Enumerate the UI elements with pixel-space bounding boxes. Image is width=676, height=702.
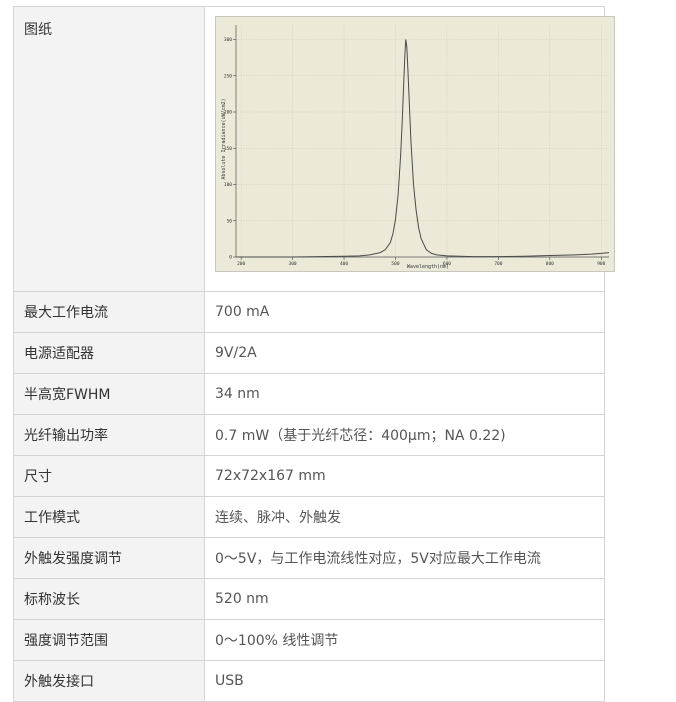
spec-label: 尺寸 xyxy=(13,455,205,497)
spec-label: 电源适配器 xyxy=(13,332,205,374)
spec-value: 72x72x167 mm xyxy=(204,455,605,497)
spec-label: 强度调节范围 xyxy=(13,619,205,661)
spec-label: 最大工作电流 xyxy=(13,291,205,333)
table-row: 半高宽FWHM 34 nm xyxy=(13,373,605,415)
spec-label: 工作模式 xyxy=(13,496,205,538)
y-tick-label: 100 xyxy=(224,182,232,188)
spec-label: 标称波长 xyxy=(13,578,205,620)
y-tick-label: 300 xyxy=(224,37,232,43)
table-row: 最大工作电流 700 mA xyxy=(13,291,605,333)
y-tick-label: 50 xyxy=(227,218,233,224)
table-row: 外触发接口 USB xyxy=(13,660,605,702)
x-tick-label: 200 xyxy=(237,261,245,267)
table-row: 外触发强度调节 0～5V，与工作电流线性对应，5V对应最大工作电流 xyxy=(13,537,605,579)
spec-value: 连续、脉冲、外触发 xyxy=(204,496,605,538)
y-axis-label: Absolute Irradiance(uW/cm2) xyxy=(221,98,227,179)
spec-table: 图纸 200 300 400 500 600 700 800 900 0 50 100 150 200 2… xyxy=(13,6,615,702)
table-row: 电源适配器 9V/2A xyxy=(13,332,605,374)
spec-label: 外触发强度调节 xyxy=(13,537,205,579)
x-tick-label: 800 xyxy=(546,261,554,267)
x-axis-label: Wavelength(nm) xyxy=(407,264,449,270)
spec-label: 外触发接口 xyxy=(13,660,205,702)
spec-value-drawing: 200 300 400 500 600 700 800 900 0 50 100 150 200 250 3… xyxy=(204,6,615,292)
x-tick-label: 400 xyxy=(340,261,348,267)
table-row: 尺寸 72x72x167 mm xyxy=(13,455,605,497)
spec-value: 34 nm xyxy=(204,373,605,415)
table-row: 光纤输出功率 0.7 mW（基于光纤芯径：400μm；NA 0.22) xyxy=(13,414,605,456)
x-tick-label: 700 xyxy=(494,261,502,267)
spec-value: 700 mA xyxy=(204,291,605,333)
y-tick-label: 250 xyxy=(224,73,232,79)
spectrum-chart: 200 300 400 500 600 700 800 900 0 50 100 150 200 250 3… xyxy=(215,16,615,272)
spec-value: USB xyxy=(204,660,605,702)
x-tick-label: 900 xyxy=(597,261,605,267)
table-row: 强度调节范围 0～100% 线性调节 xyxy=(13,619,605,661)
spec-value: 0～100% 线性调节 xyxy=(204,619,605,661)
spec-label: 半高宽FWHM xyxy=(13,373,205,415)
spectrum-chart-svg: 200 300 400 500 600 700 800 9000501001502002503… xyxy=(221,25,610,270)
x-tick-label: 500 xyxy=(391,261,399,267)
table-row: 图纸 200 300 400 500 600 700 800 900 0 50 100 150 200 2… xyxy=(13,6,615,292)
spec-value: 0.7 mW（基于光纤芯径：400μm；NA 0.22) xyxy=(204,414,605,456)
table-row: 标称波长 520 nm xyxy=(13,578,605,620)
spec-value: 0～5V，与工作电流线性对应，5V对应最大工作电流 xyxy=(204,537,605,579)
spec-label: 图纸 xyxy=(13,6,205,292)
table-row: 工作模式 连续、脉冲、外触发 xyxy=(13,496,605,538)
spec-value: 520 nm xyxy=(204,578,605,620)
spec-value: 9V/2A xyxy=(204,332,605,374)
spec-label: 光纤输出功率 xyxy=(13,414,205,456)
y-tick-label: 0 xyxy=(229,255,232,261)
x-tick-label: 300 xyxy=(289,261,297,267)
